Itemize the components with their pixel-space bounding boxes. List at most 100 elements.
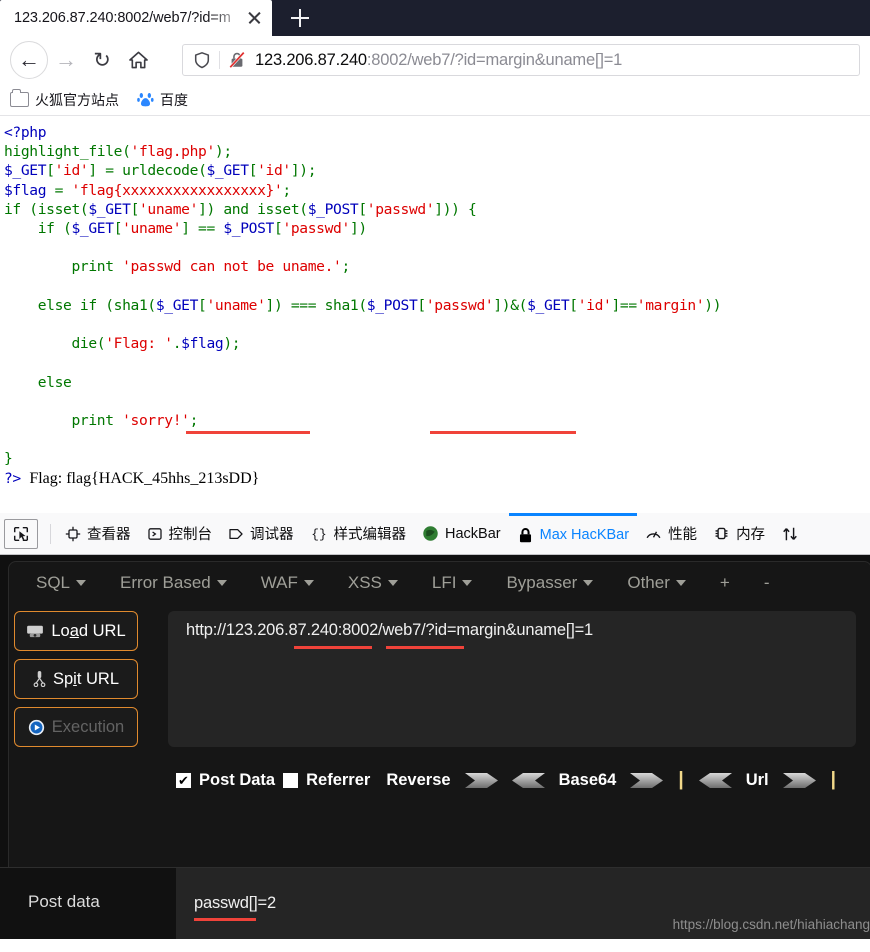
console-icon [147,526,163,542]
devtools-toolbar: 查看器 控制台 调试器 {} 样式编辑器 HackBar Max HacKBar… [0,513,870,555]
menu-label: WAF [260,573,298,592]
tab-inspector[interactable]: 查看器 [57,513,139,554]
bookmark-label: 火狐官方站点 [35,91,119,108]
hackbar-icon [422,525,439,542]
tab-label: 调试器 [250,527,294,543]
referrer-label: Referrer [306,770,371,789]
post-data-label: Post Data [199,770,276,789]
tab-title: 123.206.87.240:8002/web7/?id=m [14,10,231,26]
menu-lfi[interactable]: LFI [432,573,473,593]
debugger-icon [228,526,244,542]
chevron-down-icon [216,580,227,586]
post-data-row: Post data passwd[]=2 https://blog.csdn.n… [0,867,870,939]
tab-performance[interactable]: 性能 [637,513,705,554]
base64-encode-arrow-icon[interactable] [630,772,664,789]
page-content: <?php highlight_file('flag.php'); $_GET[… [0,116,870,513]
address-bar-text: 123.206.87.240:8002/web7/?id=margin&unam… [255,51,622,70]
url-input[interactable]: http://123.206.87.240:8002/web7/?id=marg… [168,611,856,747]
post-data-checkbox[interactable]: ✔ [176,772,191,788]
chevron-down-icon [76,580,87,586]
max-hackbar-panel: SQL Error Based WAF XSS LFI Bypasser Oth… [0,555,870,939]
tab-style-editor[interactable]: {} 样式编辑器 [302,513,415,554]
max-hackbar-lock-icon [517,527,534,544]
menu-xss[interactable]: XSS [348,573,398,593]
chevron-down-icon [387,580,398,586]
menu-sql[interactable]: SQL [36,573,87,593]
tab-debugger[interactable]: 调试器 [220,513,302,554]
hackbar-body: Load URL Spit URL Execution http://123.2… [0,611,870,755]
separator: | [830,769,836,790]
execution-label: Execution [51,717,125,736]
split-url-label: Spit URL [52,669,120,688]
close-icon[interactable] [244,7,266,29]
baidu-icon [137,93,154,107]
menu-label: Other [627,573,670,592]
bookmarks-bar: 火狐官方站点 百度 [0,84,870,116]
inspector-icon [65,526,81,542]
chevron-down-icon [462,580,473,586]
chevron-down-icon [675,580,686,586]
forward-button[interactable]: → [48,42,84,78]
add-tab-button[interactable]: + [720,573,730,593]
home-button[interactable] [120,42,156,78]
back-arrow-icon: ← [18,47,40,72]
hackbar-menu-bar: SQL Error Based WAF XSS LFI Bypasser Oth… [0,555,870,611]
browser-tab[interactable]: 123.206.87.240:8002/web7/?id=m [0,0,272,36]
menu-label: SQL [36,573,71,592]
watermark: https://blog.csdn.net/hiahiachang [672,917,870,932]
divider [50,523,51,544]
tab-label: 性能 [668,527,698,543]
url-underline-uname [386,646,464,649]
memory-icon [713,525,730,542]
style-editor-icon: {} [310,526,328,542]
reverse-decode-arrow-icon[interactable] [511,772,545,789]
post-data-input[interactable]: passwd[]=2 https://blog.csdn.net/hiahiac… [176,868,870,939]
url-input-value: http://123.206.87.240:8002/web7/?id=marg… [186,621,593,639]
tab-strip: 123.206.87.240:8002/web7/?id=m [0,0,870,36]
tab-memory[interactable]: 内存 [705,513,773,554]
reload-icon: ↻ [93,48,111,72]
tab-network[interactable] [773,513,813,554]
menu-waf[interactable]: WAF [261,573,314,593]
load-url-icon [26,624,44,638]
url-encode-arrow-icon[interactable] [782,772,817,789]
bookmark-item-firefox-official[interactable]: 火狐官方站点 [10,89,119,110]
reload-button[interactable]: ↻ [84,42,120,78]
load-url-button[interactable]: Load URL [14,611,138,651]
menu-label: XSS [347,573,382,592]
reverse-encode-arrow-icon[interactable] [464,772,499,789]
lock-crossed-icon[interactable] [228,51,246,69]
remove-tab-button[interactable]: - [764,573,770,593]
separator: | [678,769,684,790]
bookmark-item-baidu[interactable]: 百度 [137,90,188,110]
address-bar[interactable]: 123.206.87.240:8002/web7/?id=margin&unam… [182,44,860,76]
divider [219,51,220,69]
base64-decode-arrow-icon[interactable] [698,772,732,789]
forward-arrow-icon: → [55,47,77,72]
new-tab-button[interactable] [272,0,328,36]
referrer-checkbox[interactable] [283,772,299,788]
svg-text:{}: {} [311,527,326,542]
split-url-button[interactable]: Spit URL [14,659,138,699]
shield-icon[interactable] [193,51,211,69]
post-data-value: passwd[]=2 [194,894,276,912]
tab-max-hackbar[interactable]: Max HacKBar [508,513,638,554]
tab-console[interactable]: 控制台 [139,513,221,554]
tab-label: Max HacKBar [539,527,630,543]
bookmark-label: 百度 [160,91,188,108]
tab-label: 样式编辑器 [333,527,407,543]
back-button[interactable]: ← [10,41,48,79]
url-underline-id [294,646,372,649]
menu-error-based[interactable]: Error Based [120,573,227,593]
execution-button: Execution [14,707,138,747]
execution-icon [28,719,45,736]
performance-icon [645,525,662,542]
tab-label: 查看器 [87,527,131,543]
menu-bypasser[interactable]: Bypasser [506,573,594,593]
menu-other[interactable]: Other [627,573,686,593]
tab-hackbar[interactable]: HackBar [414,513,509,554]
hackbar-options-row: ✔ Post Data Referrer Reverse Base64 | Ur… [0,769,870,791]
post-data-row-label: Post data [28,892,100,911]
element-picker-icon[interactable] [4,518,38,549]
browser-window: 123.206.87.240:8002/web7/?id=m ← → ↻ 123… [0,0,870,952]
